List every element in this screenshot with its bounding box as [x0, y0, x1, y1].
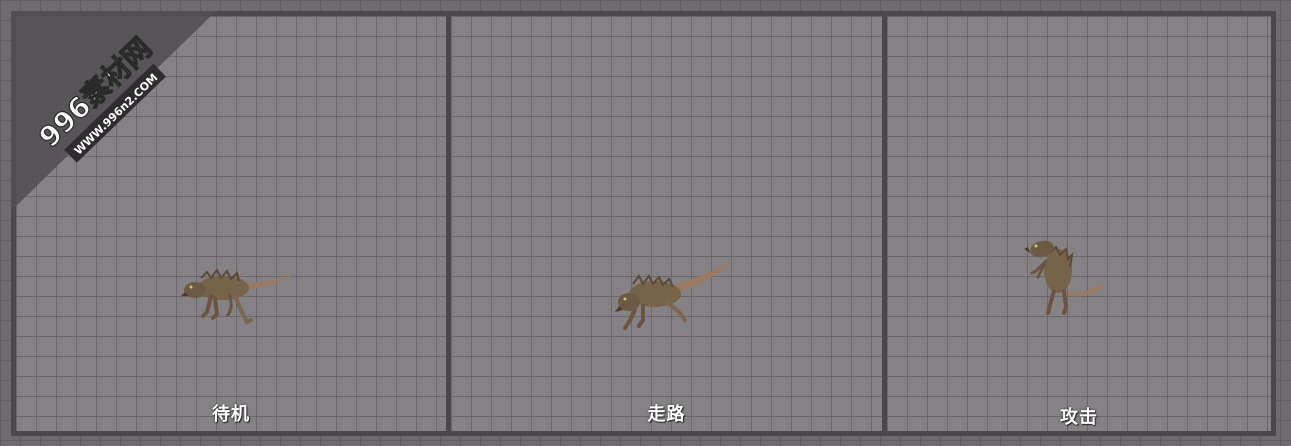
- panel-attack[interactable]: 攻击: [882, 16, 1271, 431]
- panel-idle[interactable]: 待机: [16, 16, 446, 431]
- panel-walk[interactable]: 走路: [446, 16, 882, 431]
- panel-label-attack: 攻击: [1060, 407, 1098, 428]
- animation-frame: 待机 走路 攻击: [11, 11, 1276, 436]
- rat-monster-attack-icon: [1024, 240, 1103, 315]
- sprite-sheet-canvas: 待机 走路 攻击 996素材网 WWW.996n2.COM: [0, 0, 1291, 446]
- rat-monster-idle-icon: [181, 268, 295, 325]
- rat-monster-walk-icon: [615, 260, 733, 330]
- panel-label-idle: 待机: [212, 404, 250, 425]
- panel-label-walk: 走路: [647, 404, 686, 425]
